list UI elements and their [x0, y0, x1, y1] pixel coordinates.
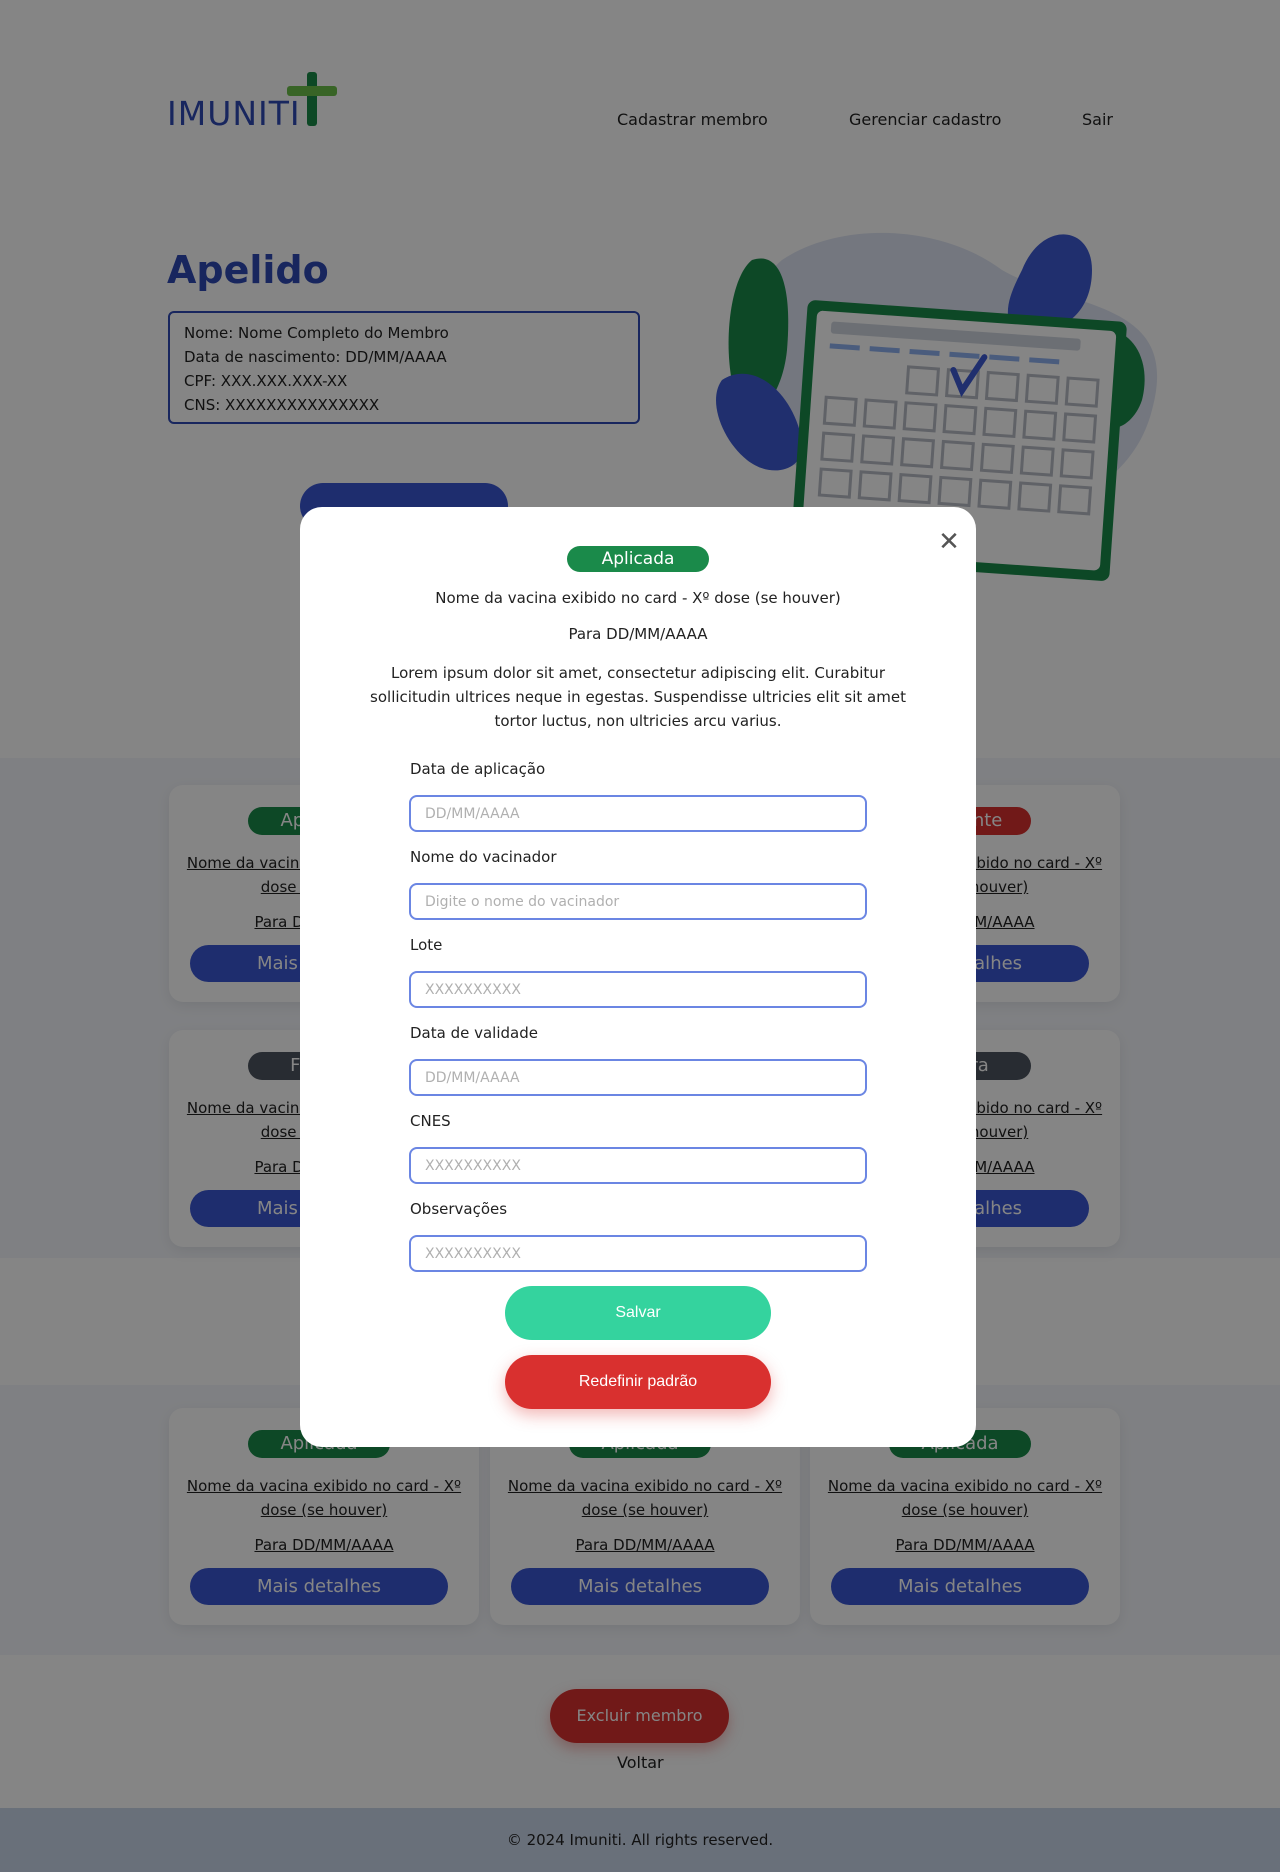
batch-field[interactable]: [409, 971, 867, 1008]
save-button[interactable]: Salvar: [505, 1286, 771, 1340]
label-batch: Lote: [410, 936, 443, 954]
vaccinator-name-field[interactable]: [409, 883, 867, 920]
modal-vaccine-title: Nome da vacina exibido no card - Xº dose…: [435, 589, 841, 607]
modal-status-badge: Aplicada: [567, 546, 709, 572]
cnes-field[interactable]: [409, 1147, 867, 1184]
vaccine-detail-modal: ✕ Aplicada Nome da vacina exibido no car…: [300, 507, 976, 1447]
modal-due-date: Para DD/MM/AAAA: [568, 625, 708, 643]
observations-field[interactable]: [409, 1235, 867, 1272]
close-icon[interactable]: ✕: [936, 529, 962, 555]
label-application-date: Data de aplicação: [410, 760, 546, 778]
label-vaccinator-name: Nome do vacinador: [410, 848, 557, 866]
application-date-field[interactable]: [409, 795, 867, 832]
modal-description: Lorem ipsum dolor sit amet, consectetur …: [370, 664, 906, 730]
label-expiry-date: Data de validade: [410, 1024, 538, 1042]
expiry-date-field[interactable]: [409, 1059, 867, 1096]
reset-default-button[interactable]: Redefinir padrão: [505, 1355, 771, 1409]
label-observations: Observações: [410, 1200, 508, 1218]
label-cnes: CNES: [410, 1112, 451, 1130]
